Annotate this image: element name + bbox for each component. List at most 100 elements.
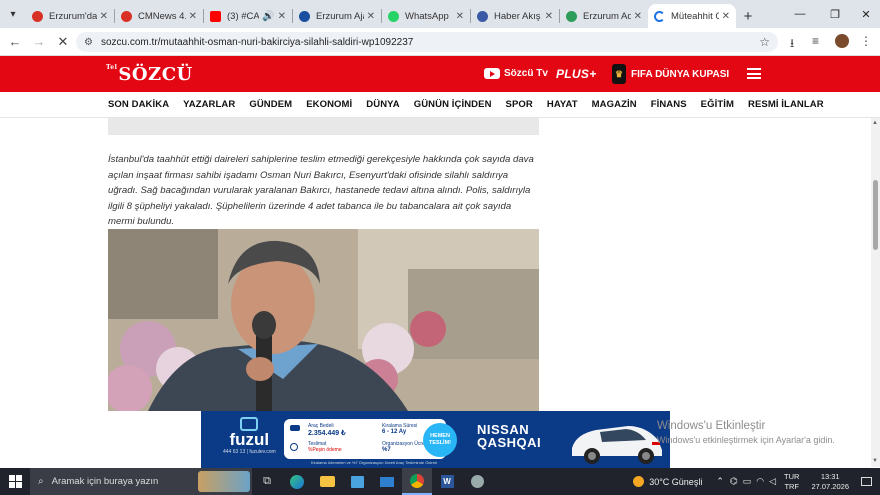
notification-icon[interactable] [861,477,872,486]
store-icon[interactable] [342,468,372,495]
tab-whatsapp[interactable]: WhatsApp ✕ [382,4,470,28]
browser-tab-strip: ▾ Erzurum'da C✕ CMNews 4.0✕ (3) #CAN🔊✕ E… [0,0,880,28]
nav-ekonomi[interactable]: EKONOMİ [306,99,352,110]
word-icon[interactable]: W [432,468,462,495]
mail-icon[interactable] [372,468,402,495]
address-bar[interactable]: ⚙ sozcu.com.tr/mutaahhit-osman-nuri-baki… [76,32,778,52]
tab-close-icon[interactable]: ✕ [722,11,730,22]
world-cup-trophy-icon: ♛ [612,64,626,84]
edge-icon[interactable] [282,468,312,495]
tab-close-icon[interactable]: ✕ [367,11,375,22]
weather-sun-icon[interactable] [633,476,645,487]
ad-placeholder [108,118,539,135]
bookmark-star-icon[interactable]: ☆ [759,35,770,49]
hamburger-menu-icon[interactable] [747,68,761,79]
language-indicator[interactable]: TUR TRF [784,472,799,492]
tab-favicon [299,10,310,22]
tab-close-icon[interactable]: ✕ [189,11,197,22]
site-header: TelSÖZCÜ Sözcü Tv PLUS+ ♛ FIFA DÜNYA KUPA… [0,56,880,92]
forward-icon[interactable]: → [27,34,51,49]
page-scrollbar[interactable] [871,118,880,467]
profile-avatar[interactable] [835,34,849,48]
tab-search-icon[interactable]: ▾ [0,0,26,28]
nav-egitim[interactable]: EĞİTİM [701,99,734,110]
play-icon [484,68,500,79]
nav-gundem[interactable]: GÜNDEM [249,99,292,110]
close-window-button[interactable]: ✕ [850,0,880,28]
nav-yazarlar[interactable]: YAZARLAR [183,99,235,110]
tab-favicon [477,10,488,22]
app-icon[interactable] [462,468,492,495]
browser-menu-icon[interactable]: ⋮ [860,34,872,48]
plus-link[interactable]: PLUS+ [556,67,597,81]
chrome-icon[interactable] [402,468,432,495]
article-photo-image [108,229,539,411]
tab-erzurum-adli[interactable]: Erzurum Adli✕ [560,4,648,28]
nav-dunya[interactable]: DÜNYA [366,99,399,110]
search-icon: ⌕ [38,476,44,487]
tab-cmnews[interactable]: CMNews 4.0✕ [115,4,203,28]
nav-finans[interactable]: FİNANS [651,99,687,110]
tab-erzurum-1[interactable]: Erzurum'da C✕ [26,4,114,28]
file-explorer-icon[interactable] [312,468,342,495]
tab-haber-akis[interactable]: Haber Akış S✕ [471,4,559,28]
site-logo[interactable]: TelSÖZCÜ [106,64,193,85]
windows-taskbar: ⌕ Aramak için buraya yazın ⧉ W 30°C Güne… [0,468,880,495]
weather-text[interactable]: 30°C Güneşli [649,477,702,487]
maximize-button[interactable]: ❐ [819,0,851,28]
windows-activation-watermark: Windows'u Etkinleştir Windows'u etkinleş… [657,420,835,445]
search-highlight-image [198,471,250,492]
media-control-icon[interactable]: ≡ [812,34,819,48]
nav-gunun-icinden[interactable]: GÜNÜN İÇİNDEN [414,99,492,110]
sozcu-tv-link[interactable]: Sözcü Tv [484,68,548,79]
nissan-wordmark: NISSAN QASHQAI [477,422,542,450]
battery-icon[interactable]: ▭ [743,476,752,487]
volume-icon[interactable]: ◁ [769,476,776,487]
nav-spor[interactable]: SPOR [506,99,533,110]
tab-youtube[interactable]: (3) #CAN🔊✕ [204,4,292,28]
address-toolbar: ← → ✕ ⚙ sozcu.com.tr/mutaahhit-osman-nur… [0,28,880,56]
scrollbar-thumb[interactable] [873,180,878,250]
clock[interactable]: 13:31 27.07.2026 [811,472,849,492]
new-tab-button[interactable]: + [736,4,760,28]
house-icon [240,417,259,431]
tab-close-icon[interactable]: ✕ [634,11,642,22]
minimize-button[interactable]: — [784,0,816,28]
article-lead: İstanbul'da taahhüt ettiği daireleri sah… [108,154,534,227]
tab-muteahhit[interactable]: Müteahhit O ✕ [648,4,736,28]
ad-info-card: Araç Bedeli 2.354.449 ₺ Teslimat %Peşin öd… [284,419,446,459]
task-view-icon[interactable]: ⧉ [252,468,282,495]
network-icon[interactable]: ⌬ [730,476,738,487]
tab-close-icon[interactable]: ✕ [456,11,464,22]
tab-close-icon[interactable]: ✕ [278,11,286,22]
youtube-icon [210,10,221,22]
scroll-up-icon[interactable]: ▲ [872,120,878,126]
tab-erzurum-ajans[interactable]: Erzurum Ajan✕ [293,4,381,28]
nav-son-dakika[interactable]: SON DAKİKA [108,99,169,110]
fifa-link[interactable]: ♛ FIFA DÜNYA KUPASI [612,64,729,84]
windows-start-icon[interactable] [0,468,30,495]
taskbar-search[interactable]: ⌕ Aramak için buraya yazın [30,468,252,495]
download-icon[interactable]: ⭳ [790,34,794,55]
tab-close-icon[interactable]: ✕ [100,11,108,22]
fuzul-nissan-ad-banner[interactable]: fuzul 444 63 13 | fuzulev.com Araç Bedel… [201,411,670,468]
tab-favicon [121,10,132,22]
whatsapp-icon [388,10,399,22]
article-photo [108,229,539,411]
nav-resmi-ilanlar[interactable]: RESMİ İLANLAR [748,99,824,110]
category-nav: SON DAKİKA YAZARLAR GÜNDEM EKONOMİ DÜNYA… [0,92,880,118]
tab-close-icon[interactable]: ✕ [545,11,553,22]
car-icon [290,425,300,431]
url-text: sozcu.com.tr/mutaahhit-osman-nuri-bakirc… [100,36,414,48]
chevron-up-icon[interactable]: ⌃ [716,476,724,487]
wifi-icon[interactable]: ◠ [756,476,764,487]
nissan-car-image [572,426,662,464]
back-icon[interactable]: ← [3,34,27,49]
stop-loading-icon[interactable]: ✕ [51,34,75,50]
site-info-icon[interactable]: ⚙ [84,37,93,48]
gemini-icon [566,10,577,22]
scroll-down-icon[interactable]: ▼ [872,458,878,464]
audio-icon[interactable]: 🔊 [262,11,274,22]
nav-hayat[interactable]: HAYAT [547,99,578,110]
nav-magazin[interactable]: MAGAZİN [592,99,637,110]
